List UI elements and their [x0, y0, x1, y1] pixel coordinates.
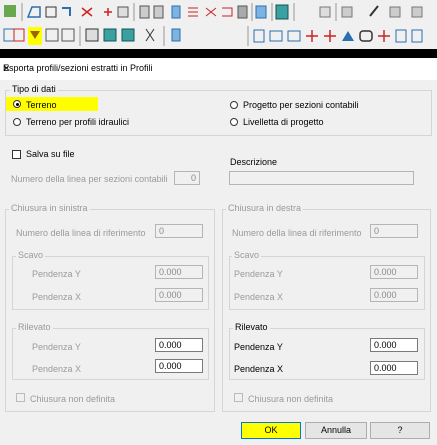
radio-progetto-sezioni[interactable]: [230, 101, 238, 109]
chiusura-destra-group: [222, 209, 431, 412]
tool-icon: [121, 28, 135, 42]
tool-icon: [4, 5, 16, 17]
tool-icon: [275, 4, 289, 20]
radio-livelletta[interactable]: [230, 118, 238, 126]
dx-chiusura-non-definita-label: Chiusura non definita: [248, 394, 334, 404]
descrizione-input[interactable]: [229, 171, 414, 185]
dx-scavo-py-input[interactable]: 0.000: [370, 265, 418, 279]
radio-terreno[interactable]: [13, 100, 21, 108]
radio-terreno-idraulici-label[interactable]: Terreno per profili idraulici: [26, 117, 129, 127]
sx-numero-label: Numero della linea di riferimento: [16, 228, 146, 238]
tool-icon: [306, 30, 318, 42]
tool-icon: [378, 30, 390, 42]
tool-icon: [61, 28, 75, 42]
radio-terreno-idraulici[interactable]: [13, 118, 21, 126]
tool-icon: [287, 30, 301, 42]
tool-icon: [188, 7, 198, 17]
toolbar-bottom-icons[interactable]: [0, 23, 437, 49]
dx-scavo-legend: Scavo: [232, 250, 262, 260]
sx-scavo-legend: Scavo: [16, 250, 46, 260]
dx-numero-input[interactable]: 0: [370, 224, 418, 238]
dx-scavo-px-input[interactable]: 0.000: [370, 288, 418, 302]
dx-rilevato-py-input[interactable]: 0.000: [370, 338, 418, 352]
chiusura-sinistra-group: [5, 209, 215, 412]
tool-icon: [269, 30, 283, 42]
chiusura-sinistra-legend: Chiusura in sinistra: [9, 203, 90, 213]
sx-chiusura-non-definita-checkbox[interactable]: [16, 393, 25, 402]
dx-scavo-py-label: Pendenza Y: [234, 269, 283, 279]
sx-rilevato-px-label: Pendenza X: [32, 364, 82, 374]
tool-icon: [104, 8, 112, 16]
tool-icon: [341, 6, 353, 18]
radio-terreno-label[interactable]: Terreno: [26, 100, 57, 110]
sx-rilevato-legend: Rilevato: [16, 322, 53, 332]
sx-numero-input[interactable]: 0: [155, 224, 203, 238]
salva-su-file-checkbox[interactable]: [12, 150, 21, 159]
dx-rilevato-legend: Rilevato: [233, 322, 270, 332]
dx-numero-label: Numero della linea di riferimento: [232, 228, 362, 238]
sx-chiusura-non-definita-label: Chiusura non definita: [30, 394, 116, 404]
tool-icon: [324, 30, 336, 42]
tool-icon: [13, 28, 25, 42]
toolbar-top-icons[interactable]: [0, 0, 437, 24]
toolbar-divider-strip: [0, 49, 437, 58]
help-button[interactable]: ?: [370, 422, 430, 439]
dx-rilevato-py-label: Pendenza Y: [234, 342, 283, 352]
numero-linea-sezioni-label: Numero della linea per sezioni contabili: [11, 174, 168, 184]
tool-icon: [62, 7, 71, 16]
tool-icon: [45, 28, 59, 42]
toolbar-bottom: [0, 23, 437, 49]
tool-icon: [81, 7, 93, 17]
tool-icon: [319, 6, 331, 18]
dx-rilevato-px-input[interactable]: 0.000: [370, 361, 418, 375]
radio-progetto-sezioni-label[interactable]: Progetto per sezioni contabili: [243, 100, 359, 110]
salva-su-file-label[interactable]: Salva su file: [26, 149, 75, 159]
sx-scavo-py-input[interactable]: 0.000: [155, 265, 203, 279]
tool-icon: [255, 5, 267, 19]
tool-icon: [26, 6, 41, 18]
tool-icon: [205, 7, 217, 17]
tool-icon: [45, 6, 57, 18]
sx-rilevato-py-input[interactable]: 0.000: [155, 338, 203, 352]
tool-icon: [411, 29, 423, 43]
tool-icon: [395, 29, 407, 43]
tool-icon: [153, 5, 164, 19]
annulla-button[interactable]: Annulla: [305, 422, 367, 439]
sx-rilevato-py-label: Pendenza Y: [32, 342, 81, 352]
radio-livelletta-label[interactable]: Livelletta di progetto: [243, 117, 324, 127]
dx-rilevato-px-label: Pendenza X: [234, 364, 284, 374]
tool-icon: [103, 28, 117, 42]
tool-icon: [389, 6, 401, 18]
tool-icon: [117, 6, 129, 18]
tool-icon: [171, 5, 181, 19]
tipo-dati-legend: Tipo di dati: [10, 84, 58, 94]
dialog-title-bar: Esporta profili/sezioni estratti in Prof…: [0, 58, 437, 80]
tool-icon: [85, 28, 99, 42]
sx-scavo-px-label: Pendenza X: [32, 292, 82, 302]
tool-icon: [411, 6, 423, 18]
tool-icon: [171, 28, 181, 42]
tool-icon: [342, 31, 354, 41]
tool-icon: [253, 29, 265, 43]
sx-scavo-py-label: Pendenza Y: [32, 269, 81, 279]
tool-icon: [3, 28, 15, 42]
tool-icon: [237, 5, 248, 19]
tool-icon: [369, 5, 379, 17]
sx-rilevato-px-input[interactable]: 0.000: [155, 359, 203, 373]
numero-linea-sezioni-input[interactable]: 0: [174, 171, 200, 185]
ok-button[interactable]: OK: [241, 422, 301, 439]
tool-icon: [222, 7, 233, 17]
chiusura-destra-legend: Chiusura in destra: [226, 203, 304, 213]
descrizione-label: Descrizione: [230, 157, 278, 167]
tool-icon: [359, 30, 373, 42]
sx-scavo-px-input[interactable]: 0.000: [155, 288, 203, 302]
dx-scavo-px-label: Pendenza X: [234, 292, 284, 302]
close-icon[interactable]: ×: [3, 61, 431, 75]
dx-chiusura-non-definita-checkbox[interactable]: [234, 393, 243, 402]
tool-icon: [139, 5, 150, 19]
tool-icon: [145, 28, 155, 42]
